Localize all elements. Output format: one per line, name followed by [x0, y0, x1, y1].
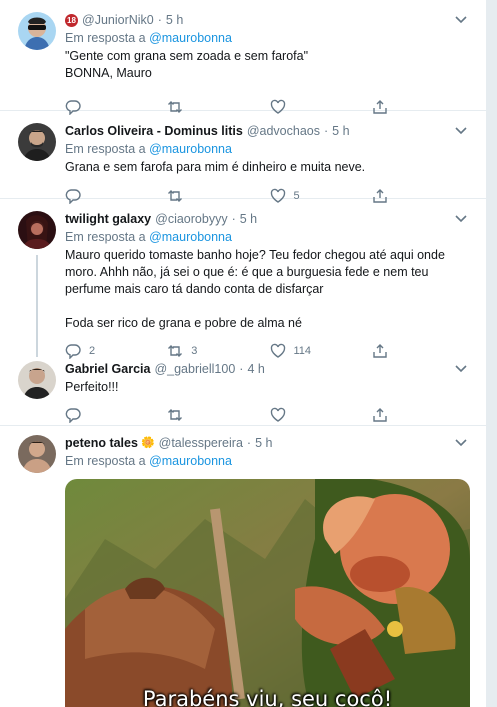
tweet[interactable]: 18 @JuniorNik0 · 5 h Em resposta a @maur… [0, 0, 486, 115]
avatar[interactable] [18, 361, 56, 399]
retweet-icon [168, 409, 183, 421]
thread-line [36, 255, 38, 357]
tweet-time[interactable]: 4 h [247, 361, 264, 377]
tweet[interactable]: Gabriel Garcia @_gabriell100 · 4 h Perfe… [0, 357, 486, 426]
retweet-button[interactable] [167, 407, 269, 423]
reply-context: Em resposta a @maurobonna [65, 454, 232, 468]
tweet-text: Grana e sem farofa para mim é dinheiro e… [65, 160, 366, 174]
share-button[interactable] [372, 407, 474, 423]
tweet-header: 18 @JuniorNik0 · 5 h [65, 12, 474, 28]
reply-context: Em resposta a @maurobonna [65, 31, 232, 45]
avatar[interactable] [18, 435, 56, 473]
user-handle[interactable]: @talesspereira [159, 435, 243, 451]
reply-icon [65, 408, 81, 423]
tweet-header: twilight galaxy @ciaorobyyy · 5 h [65, 211, 258, 227]
avatar[interactable] [18, 123, 56, 161]
media-illustration [65, 479, 470, 707]
like-button[interactable] [270, 407, 372, 423]
chevron-down-icon[interactable] [454, 125, 468, 137]
user-name[interactable]: Carlos Oliveira - Dominus litis [65, 123, 243, 139]
reply-context: Em resposta a @maurobonna [65, 142, 232, 156]
reply-handle-link[interactable]: @maurobonna [149, 454, 232, 468]
age-badge-icon: 18 [65, 13, 78, 27]
media-caption: Parabéns viu, seu cocô! [142, 687, 393, 707]
avatar[interactable] [18, 211, 56, 249]
user-handle[interactable]: @_gabriell100 [154, 361, 235, 377]
flower-icon: 🌼 [140, 437, 155, 449]
reply-handle-link[interactable]: @maurobonna [149, 142, 232, 156]
tweet[interactable]: twilight galaxy @ciaorobyyy · 5 h Em res… [0, 199, 486, 359]
tweet-time[interactable]: 5 h [166, 12, 183, 28]
tweet-text: Mauro querido tomaste banho hoje? Teu fe… [65, 248, 445, 330]
tweet-header: Carlos Oliveira - Dominus litis @advocha… [65, 123, 350, 139]
tweet-header: Gabriel Garcia @_gabriell100 · 4 h [65, 361, 265, 377]
tweet-text: "Gente com grana sem zoada e sem farofa"… [65, 49, 309, 80]
tweet[interactable]: Carlos Oliveira - Dominus litis @advocha… [0, 111, 486, 204]
tweet[interactable]: peteno tales 🌼 @talesspereira · 5 h Em r… [0, 426, 486, 707]
user-name[interactable]: twilight galaxy [65, 211, 151, 227]
reply-context: Em resposta a @maurobonna [65, 230, 232, 244]
tweet-time[interactable]: 5 h [332, 123, 349, 139]
tweet-time[interactable]: 5 h [255, 435, 272, 451]
timeline: 18 @JuniorNik0 · 5 h Em resposta a @maur… [0, 0, 487, 707]
tweet-text: Perfeito!!! [65, 380, 119, 394]
share-icon [373, 408, 387, 422]
tweet-header: peteno tales 🌼 @talesspereira · 5 h [65, 435, 273, 451]
tweet-time[interactable]: 5 h [240, 211, 257, 227]
avatar[interactable] [18, 12, 56, 50]
chevron-down-icon[interactable] [454, 363, 468, 375]
user-name[interactable]: Gabriel Garcia [65, 361, 150, 377]
reply-button[interactable] [65, 407, 167, 423]
like-icon [270, 407, 285, 422]
chevron-down-icon[interactable] [454, 213, 468, 225]
chevron-down-icon[interactable] [454, 14, 468, 26]
user-handle[interactable]: @ciaorobyyy [155, 211, 227, 227]
chevron-down-icon[interactable] [454, 437, 468, 449]
tweet-media-image[interactable]: Parabéns viu, seu cocô! [65, 479, 470, 707]
user-handle[interactable]: @advochaos [247, 123, 320, 139]
user-name[interactable]: peteno tales [65, 435, 138, 451]
user-handle[interactable]: @JuniorNik0 [82, 12, 154, 28]
reply-handle-link[interactable]: @maurobonna [149, 31, 232, 45]
reply-handle-link[interactable]: @maurobonna [149, 230, 232, 244]
